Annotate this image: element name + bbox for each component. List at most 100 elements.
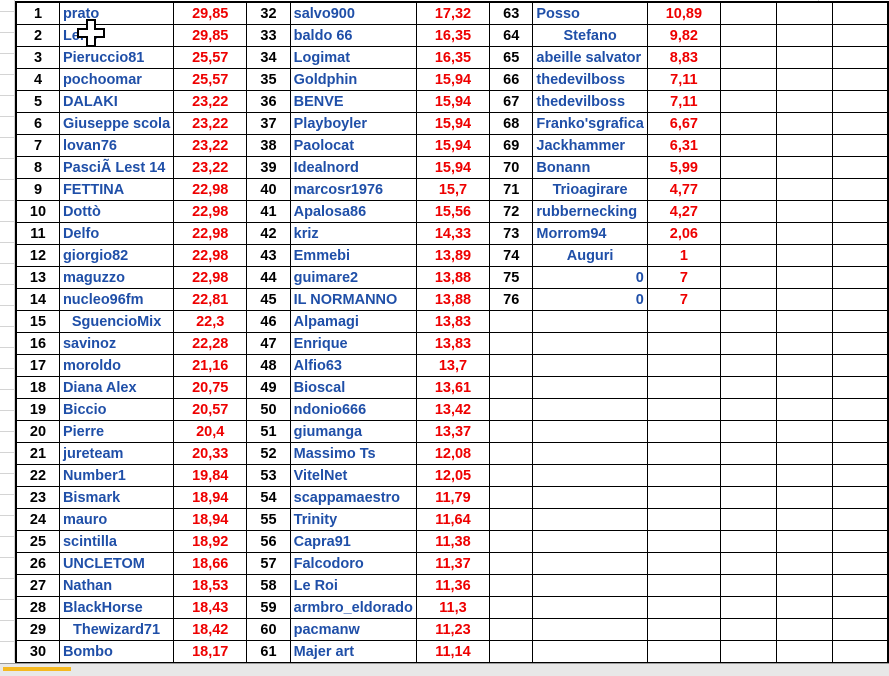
cell-score[interactable]: 19,84 xyxy=(173,464,248,487)
cell-empty[interactable] xyxy=(775,618,833,641)
cell-rank[interactable]: 29 xyxy=(15,618,60,641)
cell-rank[interactable]: 9 xyxy=(15,178,60,201)
cell-rank[interactable] xyxy=(489,552,534,575)
cell-name[interactable]: giorgio82 xyxy=(58,244,175,267)
cell-empty[interactable] xyxy=(831,398,889,421)
cell-rank[interactable]: 49 xyxy=(246,376,291,399)
cell-rank[interactable]: 11 xyxy=(15,222,60,245)
cell-empty[interactable] xyxy=(831,574,889,597)
cell-score[interactable]: 2,06 xyxy=(646,222,721,245)
cell-score[interactable]: 11,3 xyxy=(415,596,491,619)
cell-empty[interactable] xyxy=(831,310,889,333)
cell-score[interactable]: 1 xyxy=(646,244,721,267)
cell-rank[interactable]: 22 xyxy=(15,464,60,487)
cell-rank[interactable]: 63 xyxy=(489,1,534,25)
cell-score[interactable] xyxy=(646,640,721,663)
cell-score[interactable]: 13,7 xyxy=(415,354,491,377)
cell-rank[interactable]: 40 xyxy=(246,178,291,201)
cell-name[interactable]: Massimo Ts xyxy=(289,442,417,465)
table-row[interactable]: 6 Giuseppe scola 23,22 37 Playboyler 15,94 68 F… xyxy=(15,112,889,135)
cell-score[interactable]: 21,16 xyxy=(173,354,248,377)
table-row[interactable]: 8 PasciÃ Lest 14 23,22 39 Idealnord 15,94 70 Bo… xyxy=(15,156,889,179)
cell-score[interactable]: 11,64 xyxy=(415,508,491,531)
cell-name[interactable] xyxy=(532,376,648,399)
cell-name[interactable]: Paolocat xyxy=(289,134,417,157)
cell-empty[interactable] xyxy=(719,420,777,443)
cell-score[interactable]: 22,98 xyxy=(173,200,248,223)
cell-rank[interactable]: 53 xyxy=(246,464,291,487)
cell-empty[interactable] xyxy=(775,332,833,355)
cell-name[interactable]: pochoomar xyxy=(58,68,175,91)
cell-score[interactable] xyxy=(646,332,721,355)
cell-rank[interactable]: 30 xyxy=(15,640,60,663)
cell-empty[interactable] xyxy=(831,420,889,443)
cell-name[interactable]: Bonann xyxy=(532,156,648,179)
cell-score[interactable]: 29,85 xyxy=(173,24,248,47)
cell-name[interactable] xyxy=(532,508,648,531)
cell-score[interactable]: 13,89 xyxy=(415,244,491,267)
cell-rank[interactable]: 38 xyxy=(246,134,291,157)
cell-name[interactable] xyxy=(532,354,648,377)
cell-rank[interactable]: 74 xyxy=(489,244,534,267)
cell-rank[interactable]: 55 xyxy=(246,508,291,531)
cell-empty[interactable] xyxy=(719,552,777,575)
cell-rank[interactable] xyxy=(489,310,534,333)
cell-empty[interactable] xyxy=(831,508,889,531)
cell-rank[interactable]: 72 xyxy=(489,200,534,223)
cell-rank[interactable] xyxy=(489,640,534,663)
cell-name[interactable]: marcosr1976 xyxy=(289,178,417,201)
cell-name[interactable]: DALAKI xyxy=(58,90,175,113)
cell-empty[interactable] xyxy=(719,24,777,47)
cell-score[interactable] xyxy=(646,376,721,399)
cell-empty[interactable] xyxy=(831,24,889,47)
table-row[interactable]: 22 Number1 19,84 53 VitelNet 12,05 xyxy=(15,464,889,487)
cell-empty[interactable] xyxy=(719,464,777,487)
cell-rank[interactable]: 20 xyxy=(15,420,60,443)
cell-score[interactable]: 15,7 xyxy=(415,178,491,201)
cell-empty[interactable] xyxy=(719,618,777,641)
cell-name[interactable] xyxy=(532,530,648,553)
cell-rank[interactable] xyxy=(489,486,534,509)
cell-score[interactable]: 4,77 xyxy=(646,178,721,201)
cell-rank[interactable]: 34 xyxy=(246,46,291,69)
cell-empty[interactable] xyxy=(775,244,833,267)
cell-empty[interactable] xyxy=(719,266,777,289)
cell-name[interactable]: thedevilboss xyxy=(532,68,648,91)
cell-rank[interactable]: 27 xyxy=(15,574,60,597)
cell-score[interactable]: 8,83 xyxy=(646,46,721,69)
cell-score[interactable] xyxy=(646,574,721,597)
cell-score[interactable]: 13,88 xyxy=(415,266,491,289)
cell-rank[interactable]: 23 xyxy=(15,486,60,509)
cell-empty[interactable] xyxy=(831,90,889,113)
cell-empty[interactable] xyxy=(719,222,777,245)
cell-name[interactable] xyxy=(532,486,648,509)
cell-name[interactable]: PasciÃ Lest 14 xyxy=(58,156,175,179)
cell-rank[interactable]: 50 xyxy=(246,398,291,421)
cell-name[interactable]: kriz xyxy=(289,222,417,245)
cell-name[interactable]: VitelNet xyxy=(289,464,417,487)
cell-score[interactable]: 16,35 xyxy=(415,24,491,47)
cell-score[interactable]: 25,57 xyxy=(173,46,248,69)
cell-rank[interactable] xyxy=(489,464,534,487)
cell-score[interactable] xyxy=(646,596,721,619)
cell-empty[interactable] xyxy=(775,288,833,311)
cell-name[interactable]: Giuseppe scola xyxy=(58,112,175,135)
cell-empty[interactable] xyxy=(775,222,833,245)
cell-name[interactable]: Le Roi xyxy=(289,574,417,597)
cell-empty[interactable] xyxy=(719,442,777,465)
cell-name[interactable]: Thewizard71 xyxy=(58,618,175,641)
cell-rank[interactable]: 39 xyxy=(246,156,291,179)
cell-score[interactable]: 15,94 xyxy=(415,90,491,113)
cell-name[interactable]: Leric xyxy=(58,24,175,47)
ranking-table[interactable]: 1 prato 29,85 32 salvo900 17,32 63 Posso 10,89 2 L… xyxy=(15,1,889,676)
cell-score[interactable]: 20,57 xyxy=(173,398,248,421)
cell-name[interactable]: Goldphin xyxy=(289,68,417,91)
cell-empty[interactable] xyxy=(831,530,889,553)
cell-empty[interactable] xyxy=(775,1,833,25)
cell-empty[interactable] xyxy=(831,552,889,575)
cell-name[interactable]: Dottò xyxy=(58,200,175,223)
cell-name[interactable]: nucleo96fm xyxy=(58,288,175,311)
cell-empty[interactable] xyxy=(831,68,889,91)
cell-score[interactable]: 7 xyxy=(646,288,721,311)
cell-score[interactable]: 18,94 xyxy=(173,508,248,531)
